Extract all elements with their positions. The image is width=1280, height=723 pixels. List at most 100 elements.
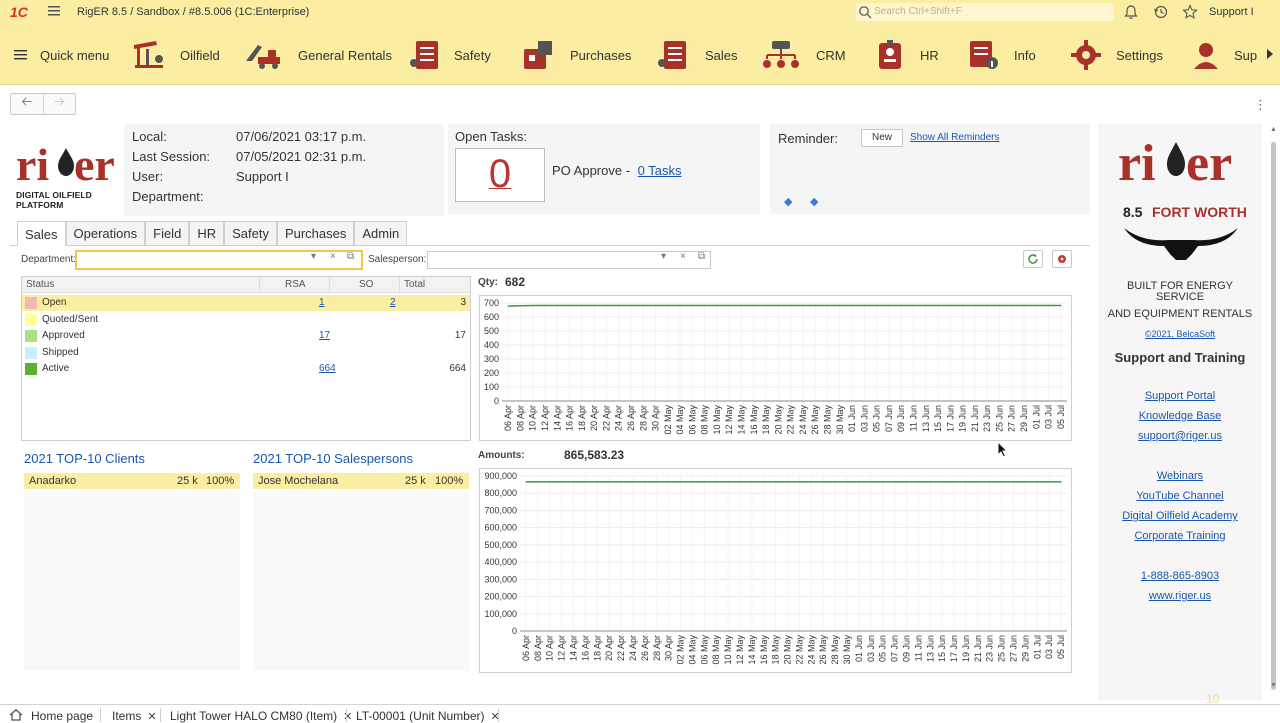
corporate-training-link[interactable]: Corporate Training (1098, 530, 1262, 542)
1c-logo[interactable]: 1C (10, 4, 28, 20)
section-safety[interactable]: Safety (410, 25, 491, 85)
scrollbar-thumb[interactable] (1271, 142, 1276, 690)
rsa-count[interactable]: 1 (319, 297, 325, 308)
scroll-right-icon[interactable] (1266, 49, 1274, 59)
forward-button[interactable]: 🡢 (42, 94, 76, 114)
new-reminder-button[interactable]: New (861, 129, 903, 147)
knowledge-base-link[interactable]: Knowledge Base (1098, 410, 1262, 422)
section-hr[interactable]: HR (876, 25, 939, 85)
history-icon[interactable] (1153, 4, 1169, 20)
header-status[interactable]: Status (26, 279, 54, 290)
department-dropdown-icon[interactable]: ▾ (311, 251, 316, 262)
data-point (751, 481, 753, 483)
show-all-reminders-link[interactable]: Show All Reminders (910, 132, 999, 143)
table-row[interactable]: Approved 17 17 (22, 328, 470, 344)
so-count[interactable]: 2 (390, 297, 396, 308)
section-crm[interactable]: CRM (760, 25, 846, 85)
reminder-prev-icon[interactable]: ◆ (784, 195, 792, 208)
top-clients-title[interactable]: 2021 TOP-10 Clients (24, 451, 145, 466)
salesperson-filter-label: Salesperson: (368, 254, 427, 265)
support-email-link[interactable]: support@riger.us (1098, 430, 1262, 442)
top-salesperson-row[interactable]: Jose Mochelana 25 k 100% (253, 473, 469, 489)
main-menu-icon[interactable] (47, 4, 61, 18)
x-tick-label: 01 Jul (1032, 635, 1042, 659)
scroll-down-icon[interactable]: ▼ (1270, 682, 1277, 689)
favorites-star-icon[interactable] (1182, 4, 1198, 20)
open-tasks-count[interactable]: 0 (456, 152, 544, 197)
department-filter-input[interactable] (76, 251, 362, 269)
department-clear-icon[interactable]: × (330, 251, 336, 262)
table-row[interactable]: Shipped (22, 345, 470, 361)
bell-icon[interactable] (1123, 4, 1139, 20)
salesperson-dropdown-icon[interactable]: ▾ (661, 251, 666, 262)
section-general-rentals[interactable]: General Rentals (244, 25, 392, 85)
tab-operations[interactable]: Operations (65, 221, 146, 245)
phone-link[interactable]: 1-888-865-8903 (1098, 570, 1262, 582)
po-approve-tasks-link[interactable]: 0 Tasks (638, 163, 682, 178)
copyright-link[interactable]: ©2021, BelcaSoft (1098, 329, 1262, 339)
close-icon[interactable]: ✕ (343, 711, 352, 723)
amounts-chart[interactable]: 900,000 800,000 700,000 600,000 500,000 400,0… (479, 468, 1072, 673)
tab-sales[interactable]: Sales (17, 221, 66, 246)
bottom-tab-items[interactable]: Items ✕ (112, 709, 157, 723)
top-salespersons-title[interactable]: 2021 TOP-10 Salespersons (253, 451, 413, 466)
bottom-tab-unit-number[interactable]: LT-00001 (Unit Number) ✕ (356, 709, 500, 723)
table-row[interactable]: Quoted/Sent (22, 312, 470, 328)
table-row[interactable]: Open 1 2 3 (22, 295, 470, 311)
refresh-button[interactable] (1023, 250, 1043, 268)
data-point (863, 304, 865, 307)
section-support[interactable]: Sup (1192, 25, 1257, 85)
header-total[interactable]: Total (404, 279, 425, 290)
tab-safety[interactable]: Safety (224, 221, 277, 245)
oilfield-academy-link[interactable]: Digital Oilfield Academy (1098, 510, 1262, 522)
back-button[interactable]: 🡠 (11, 94, 43, 114)
header-so[interactable]: SO (359, 279, 373, 290)
department-open-icon[interactable]: ⧉ (347, 251, 354, 262)
top-client-row[interactable]: Anadarko 25 k 100% (24, 473, 240, 489)
section-sales[interactable]: Sales (657, 25, 738, 85)
data-point (949, 304, 951, 307)
tab-hr[interactable]: HR (189, 221, 225, 245)
x-tick-label: 22 Apr (601, 405, 611, 431)
salesperson-open-icon[interactable]: ⧉ (698, 251, 705, 262)
current-user[interactable]: Support I (1209, 6, 1254, 18)
tab-admin[interactable]: Admin (354, 221, 408, 245)
crm-icon (763, 41, 799, 68)
data-point (765, 304, 767, 307)
section-label: Sup (1234, 47, 1258, 63)
salesperson-filter-input[interactable] (427, 251, 711, 269)
section-settings[interactable]: Settings (1070, 25, 1163, 85)
qty-chart[interactable]: 700 600 500 400 300 200 100 0 06 Apr 08 Apr 10 Apr… (479, 295, 1072, 441)
tab-purchases[interactable]: Purchases (276, 221, 355, 245)
stop-button[interactable] (1052, 250, 1072, 268)
tab-field[interactable]: Field (145, 221, 190, 245)
reminder-next-icon[interactable]: ◆ (810, 195, 818, 208)
section-quick-menu[interactable]: Quick menu (14, 25, 109, 85)
webinars-link[interactable]: Webinars (1098, 470, 1262, 482)
bottom-tab-home[interactable]: Home page (31, 709, 93, 723)
vertical-scrollbar[interactable]: ▲ ▼ (1269, 124, 1278, 694)
table-row[interactable]: Active 664 664 (22, 361, 470, 377)
data-point (941, 481, 943, 483)
rsa-count[interactable]: 17 (319, 330, 330, 341)
data-point (882, 481, 884, 483)
y-tick-label: 900,000 (484, 471, 517, 481)
home-icon[interactable] (9, 709, 23, 721)
section-purchases[interactable]: Purchases (522, 25, 631, 85)
header-rsa[interactable]: RSA (285, 279, 306, 290)
bottom-tab-light-tower[interactable]: Light Tower HALO CM80 (Item) ✕ (170, 709, 352, 723)
more-actions-icon[interactable]: ⋮ (1254, 97, 1267, 113)
website-link[interactable]: www.riger.us (1098, 590, 1262, 602)
section-oilfield[interactable]: Oilfield (132, 25, 220, 85)
global-search-input[interactable]: Search Ctrl+Shift+F (856, 3, 1114, 21)
close-icon[interactable]: ✕ (147, 711, 156, 723)
youtube-channel-link[interactable]: YouTube Channel (1098, 490, 1262, 502)
salesperson-clear-icon[interactable]: × (680, 251, 686, 262)
data-point (568, 304, 571, 307)
scroll-up-icon[interactable]: ▲ (1270, 126, 1277, 133)
section-info[interactable]: Info (968, 25, 1036, 85)
rsa-count[interactable]: 664 (319, 363, 336, 374)
y-tick-label: 600,000 (484, 523, 517, 533)
open-tasks-counter[interactable]: 0 (455, 148, 545, 202)
support-portal-link[interactable]: Support Portal (1098, 390, 1262, 402)
